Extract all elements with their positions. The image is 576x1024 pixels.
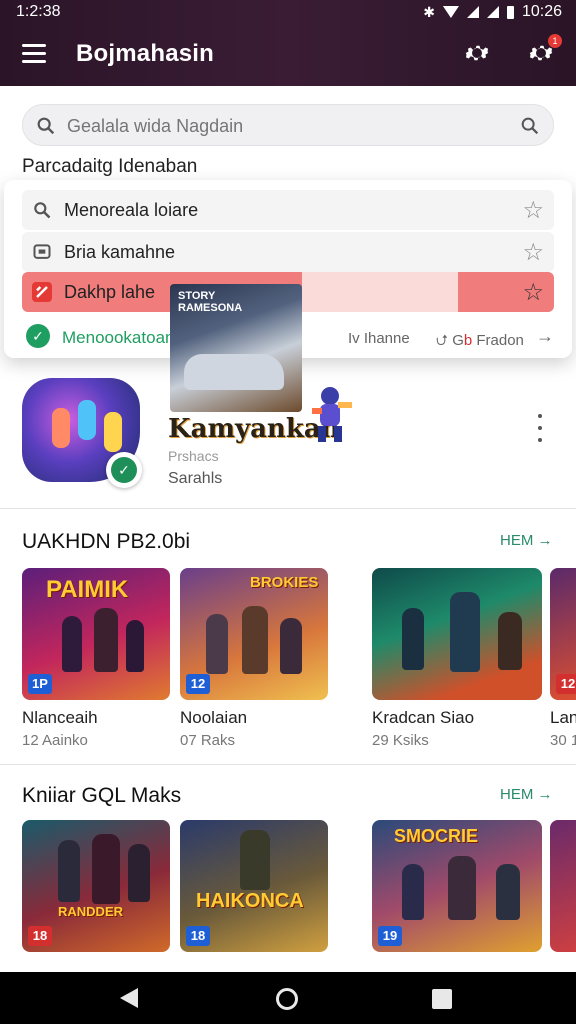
game-card-title: Nlanceaih bbox=[22, 708, 98, 727]
game-card-image bbox=[550, 820, 576, 952]
age-rating-badge: 18 bbox=[186, 926, 210, 946]
status-time: 1:2:38 bbox=[16, 3, 61, 20]
app-bar: Bojmahasin 1 bbox=[0, 30, 576, 82]
notification-badge: 1 bbox=[548, 34, 562, 48]
more-options-icon[interactable] bbox=[530, 412, 550, 446]
star-icon[interactable]: ☆ bbox=[522, 278, 544, 307]
back-icon[interactable] bbox=[120, 988, 138, 1008]
battery-icon bbox=[506, 5, 514, 19]
recents-icon[interactable] bbox=[432, 989, 452, 1009]
status-bar: 1:2:38 ✱ 10:26 bbox=[0, 0, 576, 26]
game-card-title: Noolaian bbox=[180, 708, 248, 727]
thumbnail-title: STORY RAMESONA bbox=[178, 290, 243, 314]
gear-icon[interactable]: 1 bbox=[526, 34, 562, 68]
game-card-image: RANDDER 18 bbox=[22, 820, 170, 952]
age-rating-badge: 18 bbox=[28, 926, 52, 946]
search-icon bbox=[37, 117, 55, 135]
game-card-meta: 07 Raks bbox=[180, 732, 236, 749]
suggestions-label: Parcadaitg Idenaban bbox=[22, 156, 198, 177]
signal-icon bbox=[466, 6, 479, 18]
star-icon[interactable]: ☆ bbox=[522, 238, 544, 267]
app-title: Bojmahasin bbox=[76, 40, 215, 67]
suggestion-item[interactable]: Bria kamahne ☆ bbox=[22, 232, 554, 272]
star-icon[interactable]: ☆ bbox=[522, 196, 544, 225]
game-card-meta: 29 Ksiks bbox=[372, 732, 429, 749]
search-bar[interactable] bbox=[22, 104, 554, 146]
section-title: Kniiar GQL Maks bbox=[22, 784, 182, 807]
footer-text[interactable]: Iv Ihanne bbox=[348, 330, 410, 347]
installed-badge: ✓ bbox=[106, 452, 142, 488]
status-clock: 10:26 bbox=[521, 3, 562, 20]
game-card-image: SMOCRIE 19 bbox=[372, 820, 542, 952]
footer-text-2[interactable]: ⮍ Gb Fradon bbox=[436, 330, 524, 355]
suggestion-label: Bria kamahne bbox=[64, 242, 176, 262]
age-rating-badge: 12 bbox=[556, 674, 576, 694]
suggestion-item[interactable]: Menoreala loiare ☆ bbox=[22, 190, 554, 230]
search-icon-right[interactable] bbox=[519, 115, 541, 137]
settings-icon[interactable] bbox=[462, 38, 492, 68]
search-input[interactable] bbox=[67, 113, 497, 139]
section-more-link[interactable]: HEM → bbox=[500, 532, 553, 549]
game-card-image bbox=[372, 568, 542, 700]
game-thumbnail[interactable]: STORY RAMESONA bbox=[170, 284, 302, 412]
car-image bbox=[184, 354, 284, 390]
app-header: 1:2:38 ✱ 10:26 Bojmahasin 1 bbox=[0, 0, 576, 86]
game-card-meta: 30 1 bbox=[550, 732, 576, 749]
game-card-image: HAIKONCA 18 bbox=[180, 820, 328, 952]
app-icon bbox=[32, 282, 52, 302]
mascot-image bbox=[312, 387, 352, 442]
game-card-image: PAIMIK 1P bbox=[22, 568, 170, 700]
bluetooth-icon: ✱ bbox=[423, 3, 435, 20]
home-icon[interactable] bbox=[276, 988, 298, 1010]
search-icon bbox=[34, 202, 51, 219]
game-card-image: BROKIES 12 bbox=[180, 568, 328, 700]
section-title: UAKHDN PB2.0bi bbox=[22, 530, 191, 553]
divider bbox=[0, 508, 576, 509]
wifi-icon bbox=[442, 6, 459, 18]
signal-icon-2 bbox=[486, 6, 499, 18]
featured-subtitle: Prshacs bbox=[168, 448, 219, 464]
system-nav-bar bbox=[0, 972, 576, 1024]
tv-icon bbox=[33, 244, 51, 259]
suggestion-label: Dakhp lahe bbox=[64, 282, 156, 302]
game-card-meta: 12 Aainko bbox=[22, 732, 88, 749]
game-card-title: Lan bbox=[550, 708, 576, 727]
game-card-title: Kradcan Siao bbox=[372, 708, 475, 727]
arrow-right-icon[interactable]: → bbox=[536, 326, 554, 347]
check-icon: ✓ bbox=[111, 457, 137, 483]
age-rating-badge: 1P bbox=[28, 674, 52, 694]
menu-icon[interactable] bbox=[22, 44, 46, 64]
featured-developer: Sarahls bbox=[168, 470, 223, 487]
installed-icon: ✓ bbox=[26, 324, 50, 348]
divider bbox=[0, 764, 576, 765]
footer-link[interactable]: Menoookatoan bbox=[62, 328, 174, 348]
game-card-image: 12 bbox=[550, 568, 576, 700]
section-more-link[interactable]: HEM → bbox=[500, 786, 553, 803]
age-rating-badge: 19 bbox=[378, 926, 402, 946]
suggestion-label: Menoreala loiare bbox=[64, 200, 199, 220]
age-rating-badge: 12 bbox=[186, 674, 210, 694]
